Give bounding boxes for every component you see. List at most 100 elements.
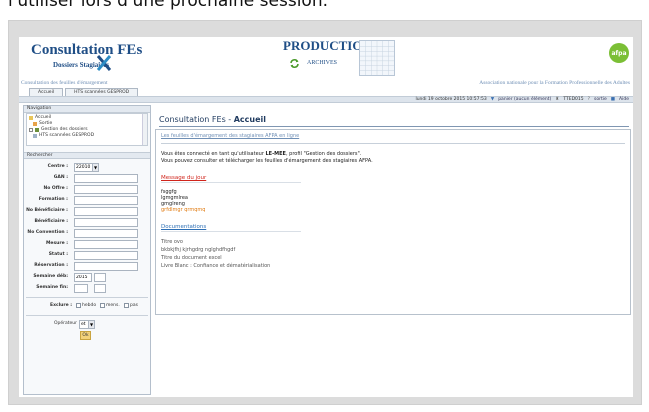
operateur-value: et [81,322,86,327]
message-item: grfdlmgr qrmqmq [161,207,206,213]
navigation-header: Navigation [24,106,150,113]
checkbox-label: pas [130,303,138,308]
page-caption: l'utiliser lors d'une prochaine session. [8,0,329,11]
semaine-fin-label: Semaine fin: [36,285,68,290]
tab-hts-gesprod[interactable]: HTS scannées GESPROD [65,88,139,96]
panel-heading: Les feuilles d'émargement des stagiaires… [161,133,300,139]
nav-item-hts-gesprod[interactable]: HTS scannées GESPROD [29,133,145,139]
centre-row: Centre : 22010 ▼ [24,162,150,173]
app-window: Consultation FEs Dossiers Stagiaires PRO… [19,37,633,397]
formation-input[interactable] [74,196,138,205]
operateur-label: Opérateur : [54,321,80,326]
doc-link[interactable]: bkbkjfhj kjrhgdrg nglghdfhgdf [161,246,625,254]
nav-item-label: HTS scannées GESPROD [39,133,95,138]
checkbox-box [124,303,129,308]
archives-link[interactable]: ARCHIVES [307,60,337,66]
divider [26,315,148,316]
status-datetime: lundi 19 octobre 2015 10:57:53 [415,97,487,102]
no-offre-input[interactable] [74,185,138,194]
page-title: Consultation FEs - Accueil [159,115,266,124]
docs-heading: Documentations [161,224,207,230]
statut-row: Statut : [24,250,150,261]
no-offre-label: No Offre : [43,186,68,191]
beneficiaire-label: Bénéficiaire : [34,219,69,224]
semaine-fin-row: Semaine fin: [24,283,150,294]
help-link[interactable]: Aide [619,97,629,103]
expand-plus-icon [29,128,33,132]
user-code: TTED015 [563,97,584,102]
intro-text: Vous êtes connecté en tant qu'utilisateu… [161,151,266,157]
doc-link[interactable]: Livre Blanc : Confiance et dématérialisa… [161,262,625,270]
operateur-row: Opérateur : et ▼ [24,319,150,331]
formation-label: Formation : [38,197,68,202]
help-icon: ■ [610,97,616,102]
gan-label: GAN : [53,175,68,180]
beneficiaire-row: Bénéficiaire : [24,217,150,228]
checkbox-label: hebdo [82,303,97,308]
reservation-input[interactable] [74,262,138,271]
statut-label: Statut : [48,252,68,257]
title-underline [159,126,629,127]
semaine-deb-row: Semaine déb: [24,272,150,283]
folder-icon [35,128,39,132]
tagline-right: Association nationale pour la Formation … [479,80,630,86]
no-beneficiaire-input[interactable] [74,207,138,216]
exclure-hebdo-checkbox[interactable]: hebdo [76,303,96,308]
statut-input[interactable] [74,251,138,260]
checkbox-box [76,303,81,308]
welcome-panel: Les feuilles d'émargement des stagiaires… [155,129,631,315]
centre-label: Centre : [47,164,68,169]
ok-button[interactable]: Ok [80,331,91,340]
doc-link[interactable]: Titre ovo [161,238,625,246]
user-icon: ♜ [555,97,560,102]
doc-link[interactable]: Titre du document excel [161,254,625,262]
spreadsheet-icon [359,40,395,76]
sidebar: Navigation Accueil Sortie Gestion des do… [23,105,151,395]
page-title-bold: Accueil [233,115,266,124]
tab-bar: Accueil HTS scannées GESPROD [29,88,139,96]
semaine-fin-week-input[interactable] [94,284,106,293]
semaine-deb-week-input[interactable] [94,273,106,282]
exclure-mens-checkbox[interactable]: mens. [100,303,120,308]
tab-accueil[interactable]: Accueil [29,88,64,96]
centre-value: 22010 [76,165,91,170]
centre-select[interactable]: 22010 ▼ [74,163,99,172]
search-header: Rechercher [24,152,150,159]
refresh-icon[interactable] [289,58,300,69]
reservation-row: Réservation : [24,261,150,272]
checkbox-box [100,303,105,308]
navigation-scrollbar[interactable] [142,114,147,145]
gan-input[interactable] [74,174,138,183]
no-offre-row: No Offre : [24,184,150,195]
semaine-fin-year-input[interactable] [74,284,88,293]
intro-username: LE-MEE [265,151,286,157]
afpa-logo: afpa [609,43,629,63]
logout-link[interactable]: sortie [594,97,607,103]
no-beneficiaire-row: No Bénéficiaire : [24,206,150,217]
no-beneficiaire-label: No Bénéficiaire : [26,208,68,213]
operateur-select[interactable]: et ▼ [79,320,95,329]
chevron-down-icon: ▼ [88,321,94,328]
message-divider [161,182,301,183]
mesure-label: Mesure : [45,241,68,246]
exclure-row: Exclure : hebdo mens. pas [24,301,150,312]
mesure-row: Mesure : [24,239,150,250]
chevron-down-icon: ▼ [92,164,98,171]
checkbox-label: mens. [106,303,120,308]
exclure-label: Exclure : [50,303,73,308]
mesure-input[interactable] [74,240,138,249]
semaine-deb-year-input[interactable] [74,273,92,282]
no-convention-input[interactable] [74,229,138,238]
intro-text: , profil "Gestion des dossiers". [285,151,362,157]
logout-icon: ? [587,97,591,102]
intro-line-2: Vous pouvez consulter et télécharger les… [161,157,373,164]
page-title-prefix: Consultation FEs - [159,115,234,124]
beneficiaire-input[interactable] [74,218,138,227]
docs-divider [161,231,301,232]
gan-row: GAN : [24,173,150,184]
basket-link[interactable]: panier (aucun élément) [498,97,551,103]
exclure-pas-checkbox[interactable]: pas [124,303,138,308]
formation-row: Formation : [24,195,150,206]
semaine-deb-label: Semaine déb: [33,274,68,279]
navigation-tree: Accueil Sortie Gestion des dossiers HTS … [26,113,148,146]
